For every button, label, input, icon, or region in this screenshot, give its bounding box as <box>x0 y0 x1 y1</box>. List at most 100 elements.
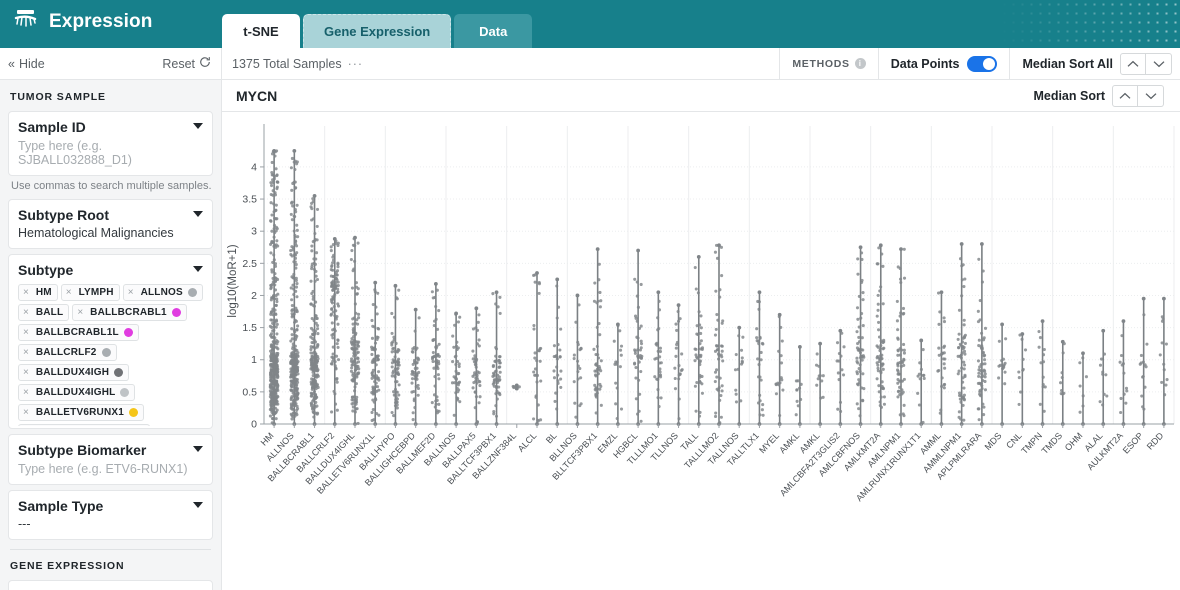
svg-text:2.5: 2.5 <box>242 258 257 270</box>
subtype-color-dot <box>123 328 133 337</box>
svg-text:ESOP: ESOP <box>1121 431 1145 456</box>
app-title: Expression <box>49 10 153 32</box>
median-sort-all-control: Median Sort All <box>1009 48 1180 79</box>
tumor-sample-section-label: TUMOR SAMPLE <box>10 91 106 103</box>
tab-gene-expression[interactable]: Gene Expression <box>303 14 452 48</box>
gene-bar: MYCN Median Sort <box>222 80 1180 112</box>
median-sort-asc-button[interactable] <box>1112 84 1138 107</box>
chip-remove-icon[interactable]: × <box>75 307 85 318</box>
double-chevron-left-icon: « <box>8 56 15 71</box>
subtype-root-value[interactable]: Hematological Malignancies <box>18 226 203 240</box>
plot-area: 0 0.5 1 1.5 2 2.5 3 3.5 4 log10(MoR+1) HM ALLNOS BAL… <box>222 112 1180 590</box>
subtype-color-dot <box>114 368 124 377</box>
body: TUMOR SAMPLE Sample ID Type here (e.g. S… <box>0 80 1180 590</box>
subtype-root-title: Subtype Root <box>18 207 109 223</box>
data-points-toggle[interactable] <box>967 55 998 72</box>
sidebar-divider <box>10 549 211 550</box>
subtype-chip[interactable]: × HM <box>18 284 58 301</box>
chip-remove-icon[interactable]: × <box>126 287 136 298</box>
svg-text:ALCL: ALCL <box>516 431 539 454</box>
subtype-chip[interactable]: × ALLNOS <box>122 284 203 301</box>
subtype-chip-label: BALLDUX4IGH <box>35 367 110 378</box>
dna-comb-icon <box>12 6 40 37</box>
hide-sidebar-button[interactable]: « Hide <box>8 57 45 71</box>
subtype-title: Subtype <box>18 262 74 278</box>
subtype-color-dot <box>101 348 111 357</box>
gene-expression-input[interactable] <box>8 580 213 590</box>
subtype-biomarker-title: Subtype Biomarker <box>18 442 147 458</box>
data-points-control: Data Points <box>877 48 1010 79</box>
sample-id-input[interactable]: Type here (e.g. SJBALL032888_D1) <box>18 139 203 167</box>
subtype-chip[interactable]: × LYMPH <box>60 284 120 301</box>
subtype-biomarker-chevron-down-icon[interactable] <box>193 446 203 452</box>
ellipsis-icon[interactable]: ··· <box>348 57 364 71</box>
tab-data[interactable]: Data <box>454 14 533 48</box>
sample-id-chevron-down-icon[interactable] <box>193 123 203 129</box>
info-icon[interactable]: i <box>854 58 866 69</box>
sample-type-chevron-down-icon[interactable] <box>193 502 203 508</box>
subtype-chip-label: BALL <box>35 307 64 318</box>
subtype-chip[interactable]: × BALLDUX4IGH <box>18 364 130 381</box>
svg-text:log10(MoR+1): log10(MoR+1) <box>227 244 239 317</box>
subtype-color-dot <box>129 408 139 417</box>
svg-text:MYEL: MYEL <box>757 431 781 456</box>
methods-button[interactable]: METHODS i <box>779 48 877 79</box>
svg-text:AMKL: AMKL <box>777 431 801 456</box>
subtype-chip[interactable]: × BALLCRLF2 <box>18 344 117 361</box>
chip-remove-icon[interactable]: × <box>21 407 31 418</box>
svg-text:2: 2 <box>251 290 257 302</box>
subtype-chip-label: BALLDUX4IGHL <box>35 387 116 398</box>
brand: Expression <box>12 6 152 37</box>
header-decorative-dots <box>1000 0 1180 48</box>
subtype-chip-label: BALLCRLF2 <box>35 347 97 358</box>
svg-text:BL: BL <box>544 431 559 446</box>
subtype-chip-list: × HM × LYMPH × ALLNOS × BALL × BALLBCRABL1 × BALLBC… <box>18 284 203 426</box>
subtype-chip[interactable]: × BALLETV6RUNX1 <box>18 404 145 421</box>
median-sort-desc-button[interactable] <box>1138 84 1164 107</box>
gene-expression-section-label: GENE EXPRESSION <box>10 560 125 572</box>
methods-label: METHODS <box>792 57 850 70</box>
subtype-chip[interactable]: × BALLBCRABL1 <box>72 304 187 321</box>
subtype-chip-label: ALLNOS <box>140 287 183 298</box>
svg-text:TMPN: TMPN <box>1019 431 1044 456</box>
expression-strip-plot[interactable]: 00.511.522.533.54log10(MoR+1)HMALLNOSBAL… <box>222 112 1180 590</box>
subtype-chip[interactable]: ×BALLETV6RUNX1L <box>18 424 151 426</box>
chip-remove-icon[interactable]: × <box>21 347 31 358</box>
svg-text:1: 1 <box>251 354 257 366</box>
hide-label: Hide <box>18 56 45 71</box>
chip-remove-icon[interactable]: × <box>21 367 31 378</box>
refresh-icon <box>199 56 211 71</box>
sample-id-card: Sample ID Type here (e.g. SJBALL032888_D… <box>8 111 213 176</box>
subtype-chip[interactable]: × BALLBCRABL1L <box>18 324 139 341</box>
subtype-chip[interactable]: × BALLDUX4IGHL <box>18 384 136 401</box>
svg-text:MDS: MDS <box>983 431 1004 452</box>
subtype-chip-label: LYMPH <box>78 287 114 298</box>
median-sort-label: Median Sort <box>1033 88 1105 103</box>
subtype-chip-label: HM <box>35 287 52 298</box>
subtype-biomarker-input[interactable]: Type here (e.g. ETV6-RUNX1) <box>18 462 203 476</box>
reset-button[interactable]: Reset <box>162 56 211 71</box>
svg-text:OHM: OHM <box>1063 431 1085 453</box>
chip-remove-icon[interactable]: × <box>21 387 31 398</box>
chip-remove-icon[interactable]: × <box>21 287 31 298</box>
subtype-chip[interactable]: × BALL <box>18 304 70 321</box>
toolbar-left: « Hide Reset <box>0 48 222 79</box>
chip-remove-icon[interactable]: × <box>21 327 31 338</box>
subtype-chevron-down-icon[interactable] <box>193 266 203 272</box>
svg-text:HM: HM <box>259 431 276 448</box>
subtype-root-chevron-down-icon[interactable] <box>193 211 203 217</box>
chip-remove-icon[interactable]: × <box>64 287 74 298</box>
tab-tsne[interactable]: t-SNE <box>222 14 300 48</box>
svg-text:1.5: 1.5 <box>242 322 257 334</box>
svg-text:TMDS: TMDS <box>1040 431 1065 456</box>
median-sort-buttons <box>1112 84 1164 107</box>
sample-type-value[interactable]: --- <box>18 517 203 531</box>
main-panel: MYCN Median Sort 0 0.5 1 1.5 2 2.5 3 3.5 4 log10(… <box>222 80 1180 590</box>
chip-remove-icon[interactable]: × <box>21 307 31 318</box>
subtype-color-dot <box>171 308 181 317</box>
median-sort-control: Median Sort <box>1021 84 1172 107</box>
median-sort-all-desc-button[interactable] <box>1146 52 1172 75</box>
svg-text:3: 3 <box>251 226 257 238</box>
median-sort-all-asc-button[interactable] <box>1120 52 1146 75</box>
sample-type-title: Sample Type <box>18 498 104 514</box>
